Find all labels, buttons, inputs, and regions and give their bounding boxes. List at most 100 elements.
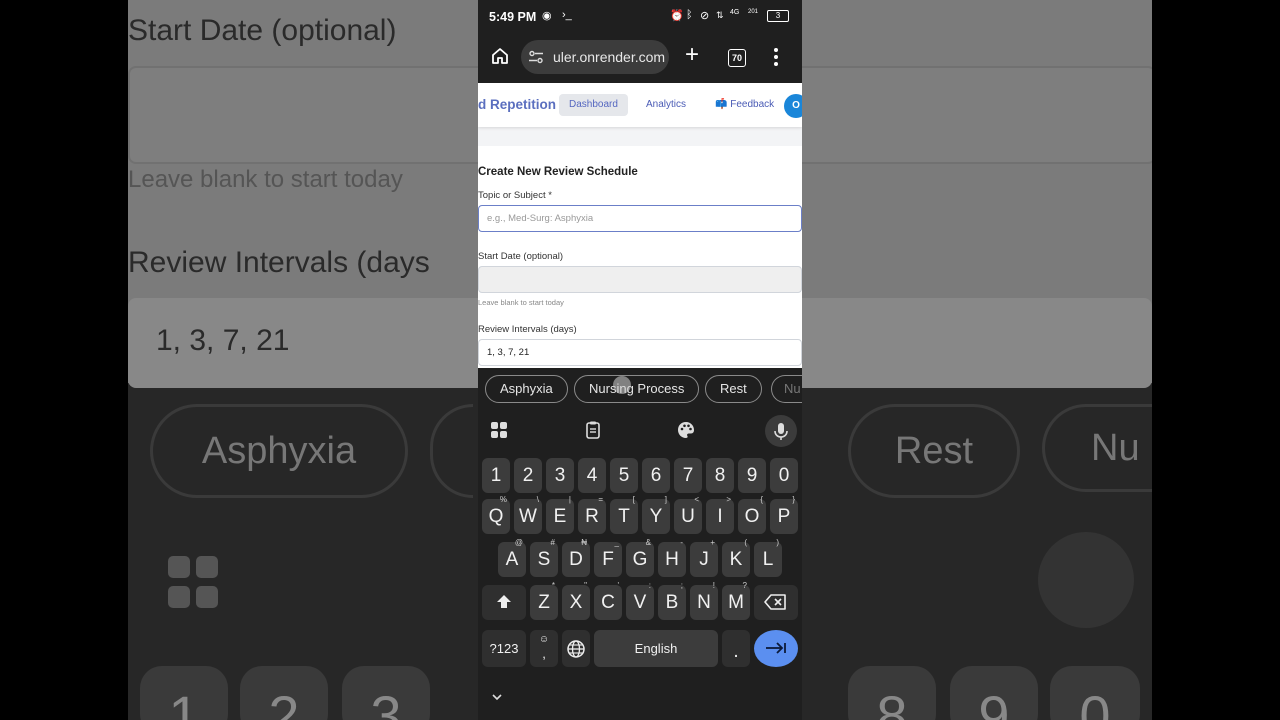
key-y[interactable]: Y] (642, 495, 670, 534)
background-grid-icon (196, 556, 218, 578)
language-key[interactable] (562, 630, 590, 667)
background-key: 2 (240, 666, 328, 720)
key-j[interactable]: J + (690, 538, 718, 577)
key-d[interactable]: D ₦ (562, 538, 590, 577)
key-s[interactable]: S # (530, 538, 558, 577)
suggestion-chip[interactable]: Asphyxia (485, 375, 568, 403)
status-bar: 5:49 PM ◉ ›_ ⏰ ᛒ ⊘ ⇅ 4G 201 3 (478, 0, 802, 34)
key-q[interactable]: Q% (482, 495, 510, 534)
key-h[interactable]: H- (658, 538, 686, 577)
background-grid-icon (168, 556, 190, 578)
suggestion-strip: Asphyxia Nursing Process Rest Nu (478, 368, 802, 410)
key-f[interactable]: F _ (594, 538, 622, 577)
key-e[interactable]: E | (546, 495, 574, 534)
key-c[interactable]: C ' (594, 581, 622, 620)
start-date-label: Start Date (optional) (478, 251, 564, 262)
next-key[interactable] (754, 630, 798, 667)
bluetooth-icon: ᛒ (686, 9, 693, 21)
intervals-label: Review Intervals (days) (478, 324, 577, 335)
key-p[interactable]: P} (770, 495, 798, 534)
shift-key[interactable] (482, 585, 526, 620)
create-schedule-card: Create New Review Schedule Topic or Subj… (478, 146, 802, 368)
start-date-hint: Leave blank to start today (478, 298, 564, 307)
suggestion-chip[interactable]: Rest (705, 375, 762, 403)
background-intervals-value: 1, 3, 7, 21 (156, 324, 290, 357)
key-9[interactable]: 9 (738, 458, 766, 493)
key-5[interactable]: 5 (610, 458, 638, 493)
key-n[interactable]: N! (690, 581, 718, 620)
start-date-input[interactable] (478, 266, 802, 293)
data-speed-icon: 201 (748, 9, 759, 15)
key-1[interactable]: 1 (482, 458, 510, 493)
address-bar[interactable]: uler.onrender.com (521, 40, 669, 74)
background-chip-1: Asphyxia (150, 404, 408, 498)
key-v[interactable]: V: (626, 581, 654, 620)
suggestion-chip[interactable]: Nu (771, 375, 802, 403)
key-i[interactable]: I > (706, 495, 734, 534)
key-o[interactable]: O{ (738, 495, 766, 534)
battery-icon: 3 (767, 10, 789, 22)
intervals-input[interactable]: 1, 3, 7, 21 (478, 339, 802, 366)
key-8[interactable]: 8 (706, 458, 734, 493)
palette-icon[interactable] (676, 420, 696, 440)
suggestion-chip[interactable]: Nursing Process (574, 375, 700, 403)
home-icon[interactable] (490, 46, 510, 66)
key-w[interactable]: W \ (514, 495, 542, 534)
url-text: uler.onrender.com (553, 49, 666, 65)
mic-icon (774, 423, 788, 440)
key-l[interactable]: L) (754, 538, 782, 577)
key-r[interactable]: R = (578, 495, 606, 534)
background-grid-icon (168, 586, 190, 608)
site-navbar: d Repetition Dashboard Analytics 📫 Feedb… (478, 83, 802, 127)
nav-dashboard[interactable]: Dashboard (559, 94, 628, 116)
browser-toolbar: uler.onrender.com + 70 (478, 34, 802, 82)
comma-emoji-key[interactable]: ☺ , (530, 630, 558, 667)
key-k[interactable]: K( (722, 538, 750, 577)
key-z[interactable]: Z * (530, 581, 558, 620)
key-3[interactable]: 3 (546, 458, 574, 493)
backspace-key[interactable] (754, 585, 798, 620)
form-title: Create New Review Schedule (478, 166, 638, 178)
background-grid-icon (196, 586, 218, 608)
space-key[interactable]: English (594, 630, 718, 667)
topic-input[interactable]: e.g., Med-Surg: Asphyxia (478, 205, 802, 232)
topic-label: Topic or Subject * (478, 190, 552, 201)
tab-switcher-button[interactable]: 70 (728, 49, 746, 67)
key-4[interactable]: 4 (578, 458, 606, 493)
shift-icon (497, 595, 511, 608)
key-t[interactable]: T[ (610, 495, 638, 534)
key-2[interactable]: 2 (514, 458, 542, 493)
symbols-key[interactable]: ?123 (482, 630, 526, 667)
signal-icon: ⇅ (716, 10, 724, 20)
apps-grid-icon[interactable] (489, 420, 509, 440)
nav-feedback[interactable]: 📫 Feedback (715, 94, 774, 116)
background-key: 3 (342, 666, 430, 720)
new-tab-icon[interactable]: + (682, 43, 702, 67)
emoji-icon: ☺ (538, 634, 550, 645)
nav-feedback-label: Feedback (730, 99, 775, 110)
key-7[interactable]: 7 (674, 458, 702, 493)
period-key[interactable]: . (722, 630, 750, 667)
nav-profile-button[interactable]: O (784, 94, 802, 118)
status-time: 5:49 PM (489, 10, 537, 24)
key-x[interactable]: X " (562, 581, 590, 620)
key-0[interactable]: 0 (770, 458, 798, 493)
key-6[interactable]: 6 (642, 458, 670, 493)
key-a[interactable]: A @ (498, 538, 526, 577)
screen-record-icon: ◉ (542, 10, 552, 22)
key-b[interactable]: B; (658, 581, 686, 620)
clipboard-icon[interactable] (583, 420, 603, 440)
background-key: 8 (848, 666, 936, 720)
site-settings-icon[interactable] (528, 49, 544, 65)
terminal-icon: ›_ (562, 9, 572, 21)
key-u[interactable]: U < (674, 495, 702, 534)
mic-button[interactable] (765, 415, 797, 447)
collapse-keyboard-icon[interactable] (490, 692, 504, 702)
background-key: 1 (140, 666, 228, 720)
more-menu-icon[interactable] (774, 48, 778, 68)
nav-analytics[interactable]: Analytics (646, 94, 686, 116)
key-g[interactable]: G & (626, 538, 654, 577)
network-4g-icon: 4G (730, 9, 740, 16)
key-m[interactable]: M? (722, 581, 750, 620)
site-brand[interactable]: d Repetition (478, 97, 556, 112)
